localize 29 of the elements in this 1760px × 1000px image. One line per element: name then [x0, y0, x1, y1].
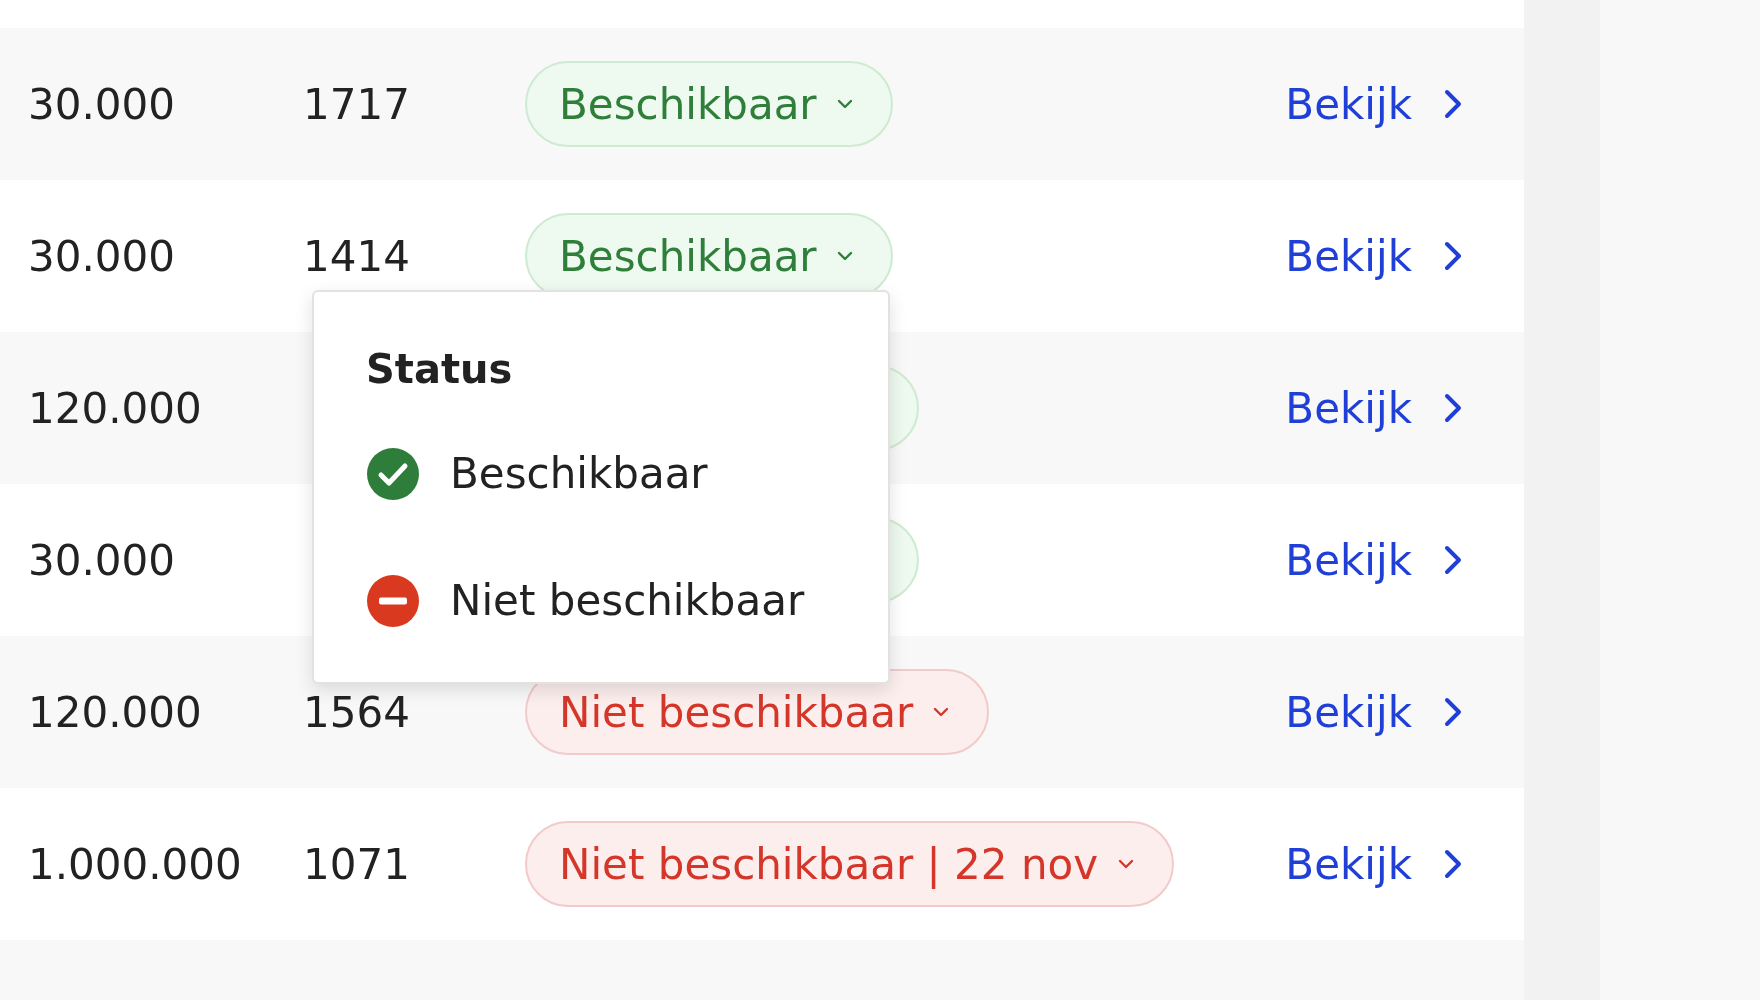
chevron-right-icon: [1442, 391, 1464, 425]
amount-cell-text: 30.000: [28, 231, 176, 281]
status-dropdown[interactable]: Niet beschikbaar | 22 nov: [525, 821, 1175, 907]
number-cell-text: 1414: [303, 231, 411, 281]
view-link[interactable]: Bekijk: [1285, 535, 1464, 585]
view-link[interactable]: Bekijk: [1285, 383, 1464, 433]
view-link[interactable]: Bekijk: [1285, 231, 1464, 281]
minus-circle-icon: [366, 573, 420, 628]
number-cell-text: 1717: [303, 79, 411, 129]
amount-cell-text: 120.000: [28, 383, 203, 433]
amount-cell-text: 120.000: [28, 687, 203, 737]
view-link[interactable]: Bekijk: [1285, 687, 1464, 737]
amount-cell-text: 1.000.000: [28, 839, 243, 889]
status-option[interactable]: Niet beschikbaar: [366, 537, 888, 664]
status-dropdown[interactable]: Beschikbaar: [525, 61, 893, 147]
status-option[interactable]: Beschikbaar: [366, 410, 888, 537]
menu-title: Status: [366, 346, 514, 392]
view-link[interactable]: Bekijk: [1285, 839, 1464, 889]
view-link[interactable]: Bekijk: [1285, 79, 1464, 129]
number-cell-text: 1564: [303, 687, 411, 737]
chevron-right-icon: [1442, 87, 1464, 121]
amount-cell-text: 30.000: [28, 79, 176, 129]
amount-cell-text: 30.000: [28, 535, 176, 585]
check-circle-icon: [366, 446, 420, 501]
number-cell-text: 1071: [303, 839, 411, 889]
chevron-right-icon: [1442, 239, 1464, 273]
chevron-right-icon: [1442, 543, 1464, 577]
chevron-right-icon: [1442, 695, 1464, 729]
chevron-right-icon: [1442, 847, 1464, 881]
